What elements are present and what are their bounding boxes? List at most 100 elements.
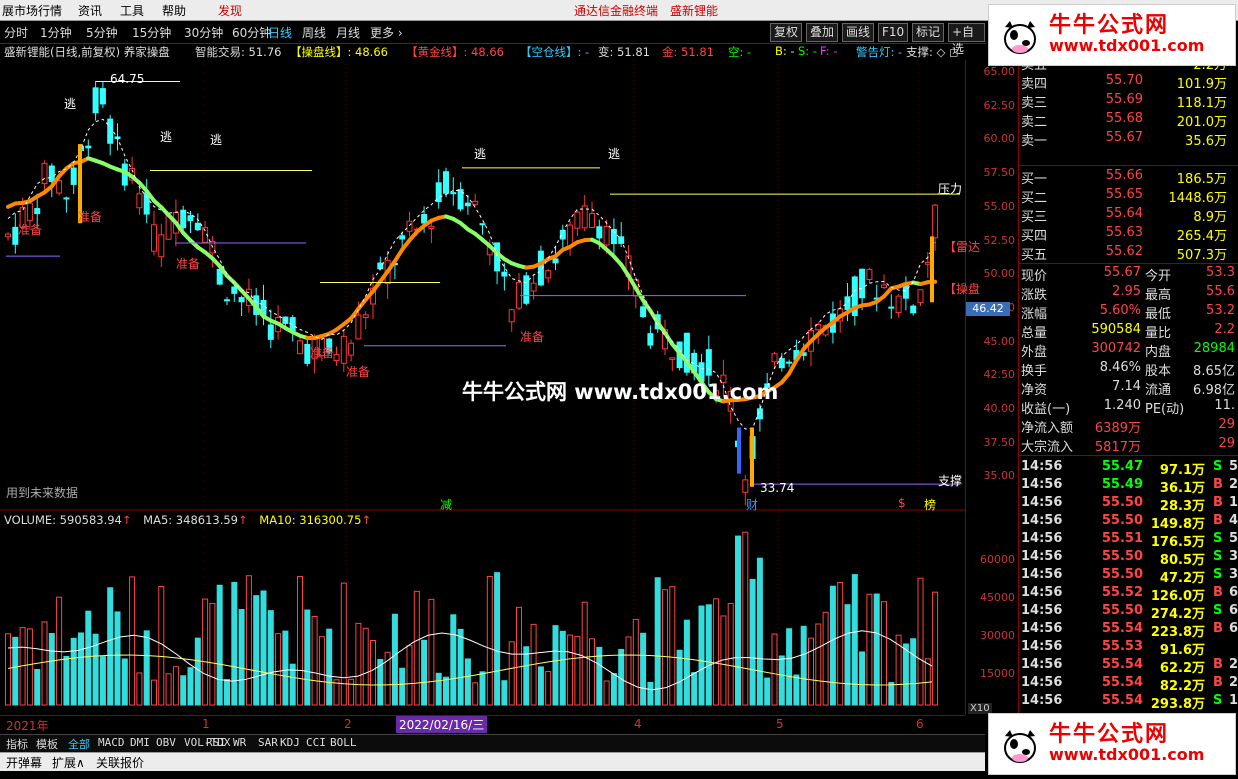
tab-obv[interactable]: OBV bbox=[156, 736, 176, 749]
chart-title: 盛新锂能(日线,前复权) 养家操盘 bbox=[4, 45, 170, 59]
volume-bar bbox=[5, 633, 11, 706]
period-5m[interactable]: 5分钟 bbox=[86, 24, 118, 41]
f10-button[interactable]: F10 bbox=[878, 23, 909, 42]
volume-bar bbox=[829, 585, 836, 706]
mark-button[interactable]: 标记 bbox=[912, 23, 945, 42]
period-month[interactable]: 月线 bbox=[336, 24, 360, 41]
order-volume: 265.4万 bbox=[1176, 229, 1227, 244]
price-tick: 62.50 bbox=[983, 98, 1016, 112]
volume-bar bbox=[114, 611, 121, 706]
tick-volume: 82.2万 bbox=[1159, 679, 1205, 694]
tick-side: B bbox=[1213, 675, 1223, 690]
order-volume: 186.5万 bbox=[1176, 172, 1227, 187]
quote-row: 净资 7.14 流通 6.98亿 bbox=[1019, 379, 1238, 398]
volume-bar bbox=[683, 619, 690, 706]
period-30m[interactable]: 30分钟 bbox=[184, 24, 223, 41]
period-1m[interactable]: 1分钟 bbox=[40, 24, 72, 41]
related-quote-button[interactable]: 关联报价 bbox=[96, 754, 144, 771]
tick-volume: 80.5万 bbox=[1159, 553, 1205, 568]
quote-value: 2.95 bbox=[1112, 284, 1141, 299]
draw-button[interactable]: 画线 bbox=[842, 23, 875, 42]
tick-count: 1 bbox=[1229, 495, 1238, 510]
menu-help[interactable]: 帮助 bbox=[162, 2, 186, 19]
volume-bar bbox=[793, 674, 800, 706]
add-watchlist-button[interactable]: +自选 bbox=[948, 23, 985, 56]
volume-bar bbox=[202, 598, 209, 706]
period-15m[interactable]: 15分钟 bbox=[132, 24, 171, 41]
tab-macd[interactable]: MACD bbox=[98, 736, 125, 749]
tab-boll[interactable]: BOLL bbox=[330, 736, 357, 749]
period-60m[interactable]: 60分钟 bbox=[232, 24, 271, 41]
order-buy-row[interactable]: 买五 55.62 507.3万 bbox=[1019, 244, 1238, 263]
status-bar: 开弹幕 扩展∧ 关联报价 bbox=[0, 752, 985, 771]
tab-rsi[interactable]: RSI bbox=[206, 736, 226, 749]
order-sell-row[interactable]: 卖四 55.70 101.9万 bbox=[1019, 73, 1238, 92]
order-buy-row[interactable]: 买二 55.65 1448.6万 bbox=[1019, 187, 1238, 206]
tab-指标[interactable]: 指标 bbox=[6, 736, 28, 752]
quote-row: 涨跌 2.95 最高 55.6 bbox=[1019, 284, 1238, 303]
volume-bar bbox=[786, 628, 793, 706]
candle-body bbox=[406, 220, 413, 232]
overlay-button[interactable]: 叠加 bbox=[806, 23, 839, 42]
quote-value: 11. bbox=[1214, 398, 1235, 413]
candle-body bbox=[238, 297, 245, 303]
danmu-button[interactable]: 开弹幕 bbox=[6, 754, 42, 771]
candle-body bbox=[34, 208, 41, 215]
menu-news[interactable]: 资讯 bbox=[78, 2, 102, 19]
time-label-5: 5 bbox=[776, 717, 784, 731]
period-toolbar: 分时 1分钟 5分钟 15分钟 30分钟 60分钟 日线 周线 月线 更多 › … bbox=[0, 21, 985, 56]
tick-side: S bbox=[1213, 567, 1223, 582]
volume-bar bbox=[749, 578, 756, 706]
tab-sar[interactable]: SAR bbox=[258, 736, 278, 749]
tab-全部[interactable]: 全部 bbox=[68, 736, 90, 752]
tab-cci[interactable]: CCI bbox=[306, 736, 326, 749]
candle-body bbox=[910, 305, 917, 314]
quote-label: 换手 bbox=[1021, 364, 1048, 379]
order-price: 55.65 bbox=[1105, 187, 1143, 202]
period-fenshi[interactable]: 分时 bbox=[4, 24, 28, 41]
order-sell-row[interactable]: 卖二 55.68 201.0万 bbox=[1019, 111, 1238, 130]
period-week[interactable]: 周线 bbox=[302, 24, 326, 41]
volume-bar bbox=[552, 625, 559, 706]
tab-wr[interactable]: WR bbox=[233, 736, 246, 749]
volume-bar bbox=[932, 591, 939, 706]
order-buy-row[interactable]: 买一 55.66 186.5万 bbox=[1019, 168, 1238, 187]
order-volume: 1448.6万 bbox=[1168, 191, 1228, 206]
volume-bar bbox=[735, 535, 741, 706]
tick-row: 14:56 55.51 176.5万 S 5 bbox=[1019, 531, 1238, 550]
order-buy-row[interactable]: 买四 55.63 265.4万 bbox=[1019, 225, 1238, 244]
fuquan-button[interactable]: 复权 bbox=[770, 23, 803, 42]
order-buy-row[interactable]: 买三 55.64 8.9万 bbox=[1019, 206, 1238, 225]
candle-body bbox=[881, 284, 887, 289]
quote-value: 55.67 bbox=[1103, 265, 1141, 280]
price-tick: 55.00 bbox=[983, 199, 1016, 213]
tick-time: 14:56 bbox=[1021, 567, 1063, 582]
order-sell-row[interactable]: 卖三 55.69 118.1万 bbox=[1019, 92, 1238, 111]
expand-button[interactable]: 扩展∧ bbox=[52, 754, 85, 771]
volume-bar bbox=[837, 581, 844, 706]
volume-bar bbox=[888, 682, 895, 706]
volume-bar bbox=[603, 680, 610, 706]
candle-body bbox=[231, 286, 238, 294]
quote-row: 外盘 300742 内盘 28984 bbox=[1019, 341, 1238, 360]
tick-count: 2 bbox=[1229, 477, 1238, 492]
tab-dmi[interactable]: DMI bbox=[130, 736, 150, 749]
menu-market[interactable]: 展市场行情 bbox=[2, 2, 62, 19]
menu-discover[interactable]: 发现 bbox=[218, 2, 242, 19]
period-day[interactable]: 日线 bbox=[268, 24, 292, 41]
order-sell-row[interactable]: 卖一 55.67 35.6万 bbox=[1019, 130, 1238, 149]
volume-bar bbox=[808, 637, 814, 706]
chart-annotation: 准备 bbox=[520, 330, 545, 344]
volume-value: VOLUME: 590583.94 bbox=[4, 513, 122, 527]
tick-volume: 28.3万 bbox=[1159, 499, 1205, 514]
period-more[interactable]: 更多 › bbox=[370, 24, 403, 41]
candle-body bbox=[464, 202, 471, 207]
candle-body bbox=[428, 225, 435, 230]
tab-模板[interactable]: 模板 bbox=[36, 736, 58, 752]
candle-body bbox=[640, 306, 647, 318]
tab-kdj[interactable]: KDJ bbox=[280, 736, 300, 749]
candle-body bbox=[180, 209, 187, 229]
time-label-4: 4 bbox=[634, 717, 642, 731]
volume-bar bbox=[815, 623, 822, 706]
menu-tools[interactable]: 工具 bbox=[120, 2, 144, 19]
